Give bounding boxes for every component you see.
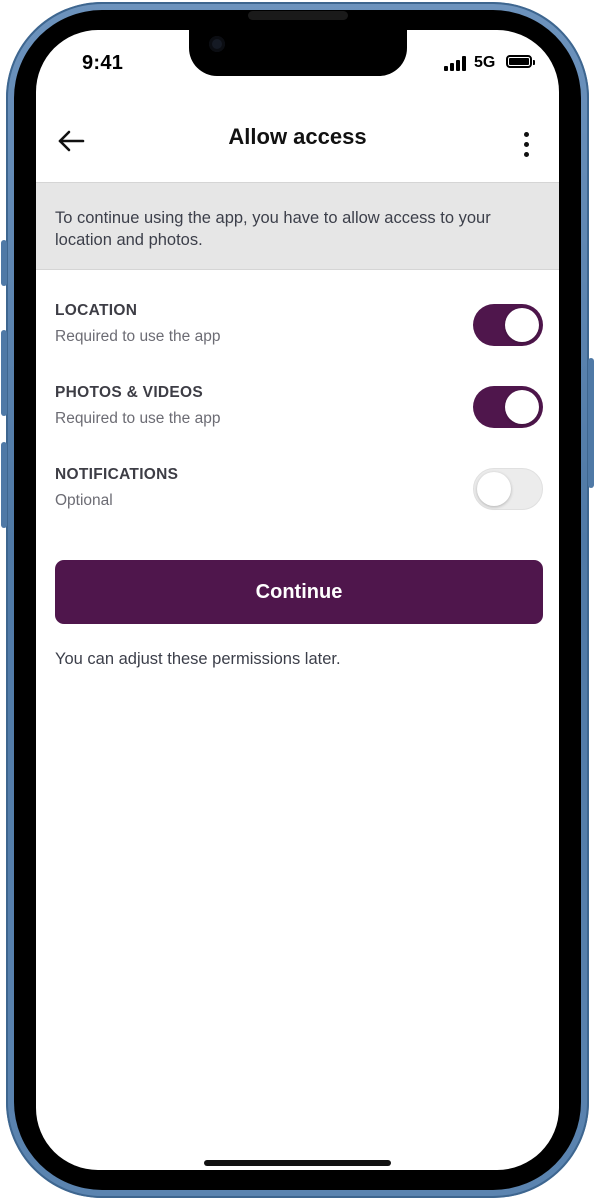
permission-title: LOCATION: [55, 302, 138, 319]
arrow-left-icon: [58, 130, 85, 152]
screen: 9:41 5G Allow access To continue using t…: [36, 30, 559, 1170]
more-vertical-icon: [524, 132, 529, 137]
footnote-text: You can adjust these permissions later.: [55, 650, 341, 668]
earpiece-speaker: [248, 11, 348, 20]
permission-photos-videos: PHOTOS & VIDEOS Required to use the app: [55, 384, 543, 444]
action-button: [1, 240, 7, 286]
permission-location: LOCATION Required to use the app: [55, 302, 543, 362]
front-camera: [209, 36, 225, 52]
toggle-knob: [477, 472, 511, 506]
volume-up-button: [1, 330, 7, 416]
volume-down-button: [1, 442, 7, 528]
status-time: 9:41: [82, 52, 124, 74]
notifications-toggle[interactable]: [473, 468, 543, 510]
battery-icon: [506, 55, 535, 68]
app-header: Allow access: [36, 112, 559, 182]
more-options-button[interactable]: [516, 122, 536, 162]
network-type: 5G: [474, 54, 496, 71]
info-banner: To continue using the app, you have to a…: [36, 182, 559, 270]
home-indicator[interactable]: [204, 1160, 391, 1166]
photos-videos-toggle[interactable]: [473, 386, 543, 428]
permission-title: PHOTOS & VIDEOS: [55, 384, 204, 401]
permission-notifications: NOTIFICATIONS Optional: [55, 466, 543, 526]
back-button[interactable]: [54, 124, 88, 158]
continue-button[interactable]: Continue: [55, 560, 543, 624]
signal-strength-icon: [444, 56, 468, 71]
permission-title: NOTIFICATIONS: [55, 466, 179, 483]
location-toggle[interactable]: [473, 304, 543, 346]
banner-text: To continue using the app, you have to a…: [55, 209, 491, 249]
notch: [189, 30, 407, 76]
power-button: [588, 358, 594, 488]
page-title: Allow access: [228, 124, 367, 149]
toggle-knob: [505, 308, 539, 342]
permission-subtitle: Optional: [55, 492, 113, 509]
toggle-knob: [505, 390, 539, 424]
permission-subtitle: Required to use the app: [55, 410, 221, 427]
permission-subtitle: Required to use the app: [55, 328, 221, 345]
